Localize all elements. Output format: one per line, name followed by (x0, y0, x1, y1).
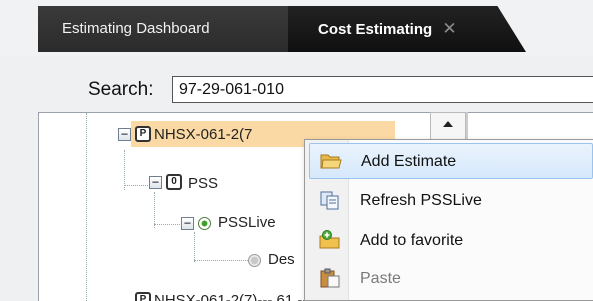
search-input[interactable] (172, 76, 593, 103)
tree-guide (124, 185, 148, 186)
menu-item-label: Paste (360, 270, 401, 287)
menu-item-label: Add Estimate (361, 153, 457, 170)
tab-cost-estimating[interactable]: Cost Estimating ✕ (288, 6, 526, 52)
scrollbar-track[interactable] (466, 112, 468, 142)
tree-guide (194, 260, 248, 261)
folder-add-icon (319, 230, 340, 249)
tree-guide (194, 232, 195, 262)
arrow-up-icon (443, 121, 453, 127)
collapse-icon[interactable]: − (118, 128, 131, 141)
menu-item-add-estimate[interactable]: Add Estimate (309, 143, 593, 179)
close-icon[interactable]: ✕ (442, 19, 456, 38)
scroll-up-button[interactable] (430, 112, 466, 142)
radio-on-icon (198, 217, 211, 230)
menu-item-add-to-favorite[interactable]: Add to favorite (309, 223, 593, 259)
tree-node-label[interactable]: Des (268, 251, 295, 268)
tree-guide (86, 113, 87, 301)
clipboard-paste-icon (320, 268, 340, 288)
node-badge-p: P (135, 292, 151, 301)
collapse-icon[interactable]: − (181, 217, 194, 230)
tree-node-label[interactable]: NHSX-061-2(7)--- 61 --- (154, 292, 312, 301)
tree-node-label[interactable]: NHSX-061-2(7 (154, 126, 252, 143)
context-menu: Add Estimate Refresh PSSLive Add to favo… (304, 139, 593, 301)
node-badge-0: 0 (166, 174, 182, 190)
menu-item-paste[interactable]: Paste (309, 261, 593, 297)
tree-node-label[interactable]: PSSLive (218, 214, 276, 231)
node-badge-p: P (135, 126, 151, 142)
search-label: Search: (88, 79, 154, 100)
tab-strip: Estimating Dashboard Cost Estimating ✕ (0, 0, 593, 56)
tab-estimating-dashboard[interactable]: Estimating Dashboard (38, 6, 300, 52)
radio-off-icon (248, 254, 261, 267)
tree-node-label[interactable]: PSS (188, 175, 218, 192)
collapse-icon[interactable]: − (149, 176, 162, 189)
tree-guide (124, 150, 125, 190)
folder-open-icon (320, 154, 342, 169)
copy-pages-icon (320, 191, 339, 210)
tree-guide (154, 192, 155, 228)
menu-item-label: Refresh PSSLive (360, 192, 482, 209)
menu-item-label: Add to favorite (360, 232, 464, 249)
tab-label: Estimating Dashboard (62, 20, 210, 37)
menu-item-refresh-psslive[interactable]: Refresh PSSLive (309, 183, 593, 219)
tab-label: Cost Estimating (318, 21, 433, 38)
tree-guide (154, 224, 184, 225)
